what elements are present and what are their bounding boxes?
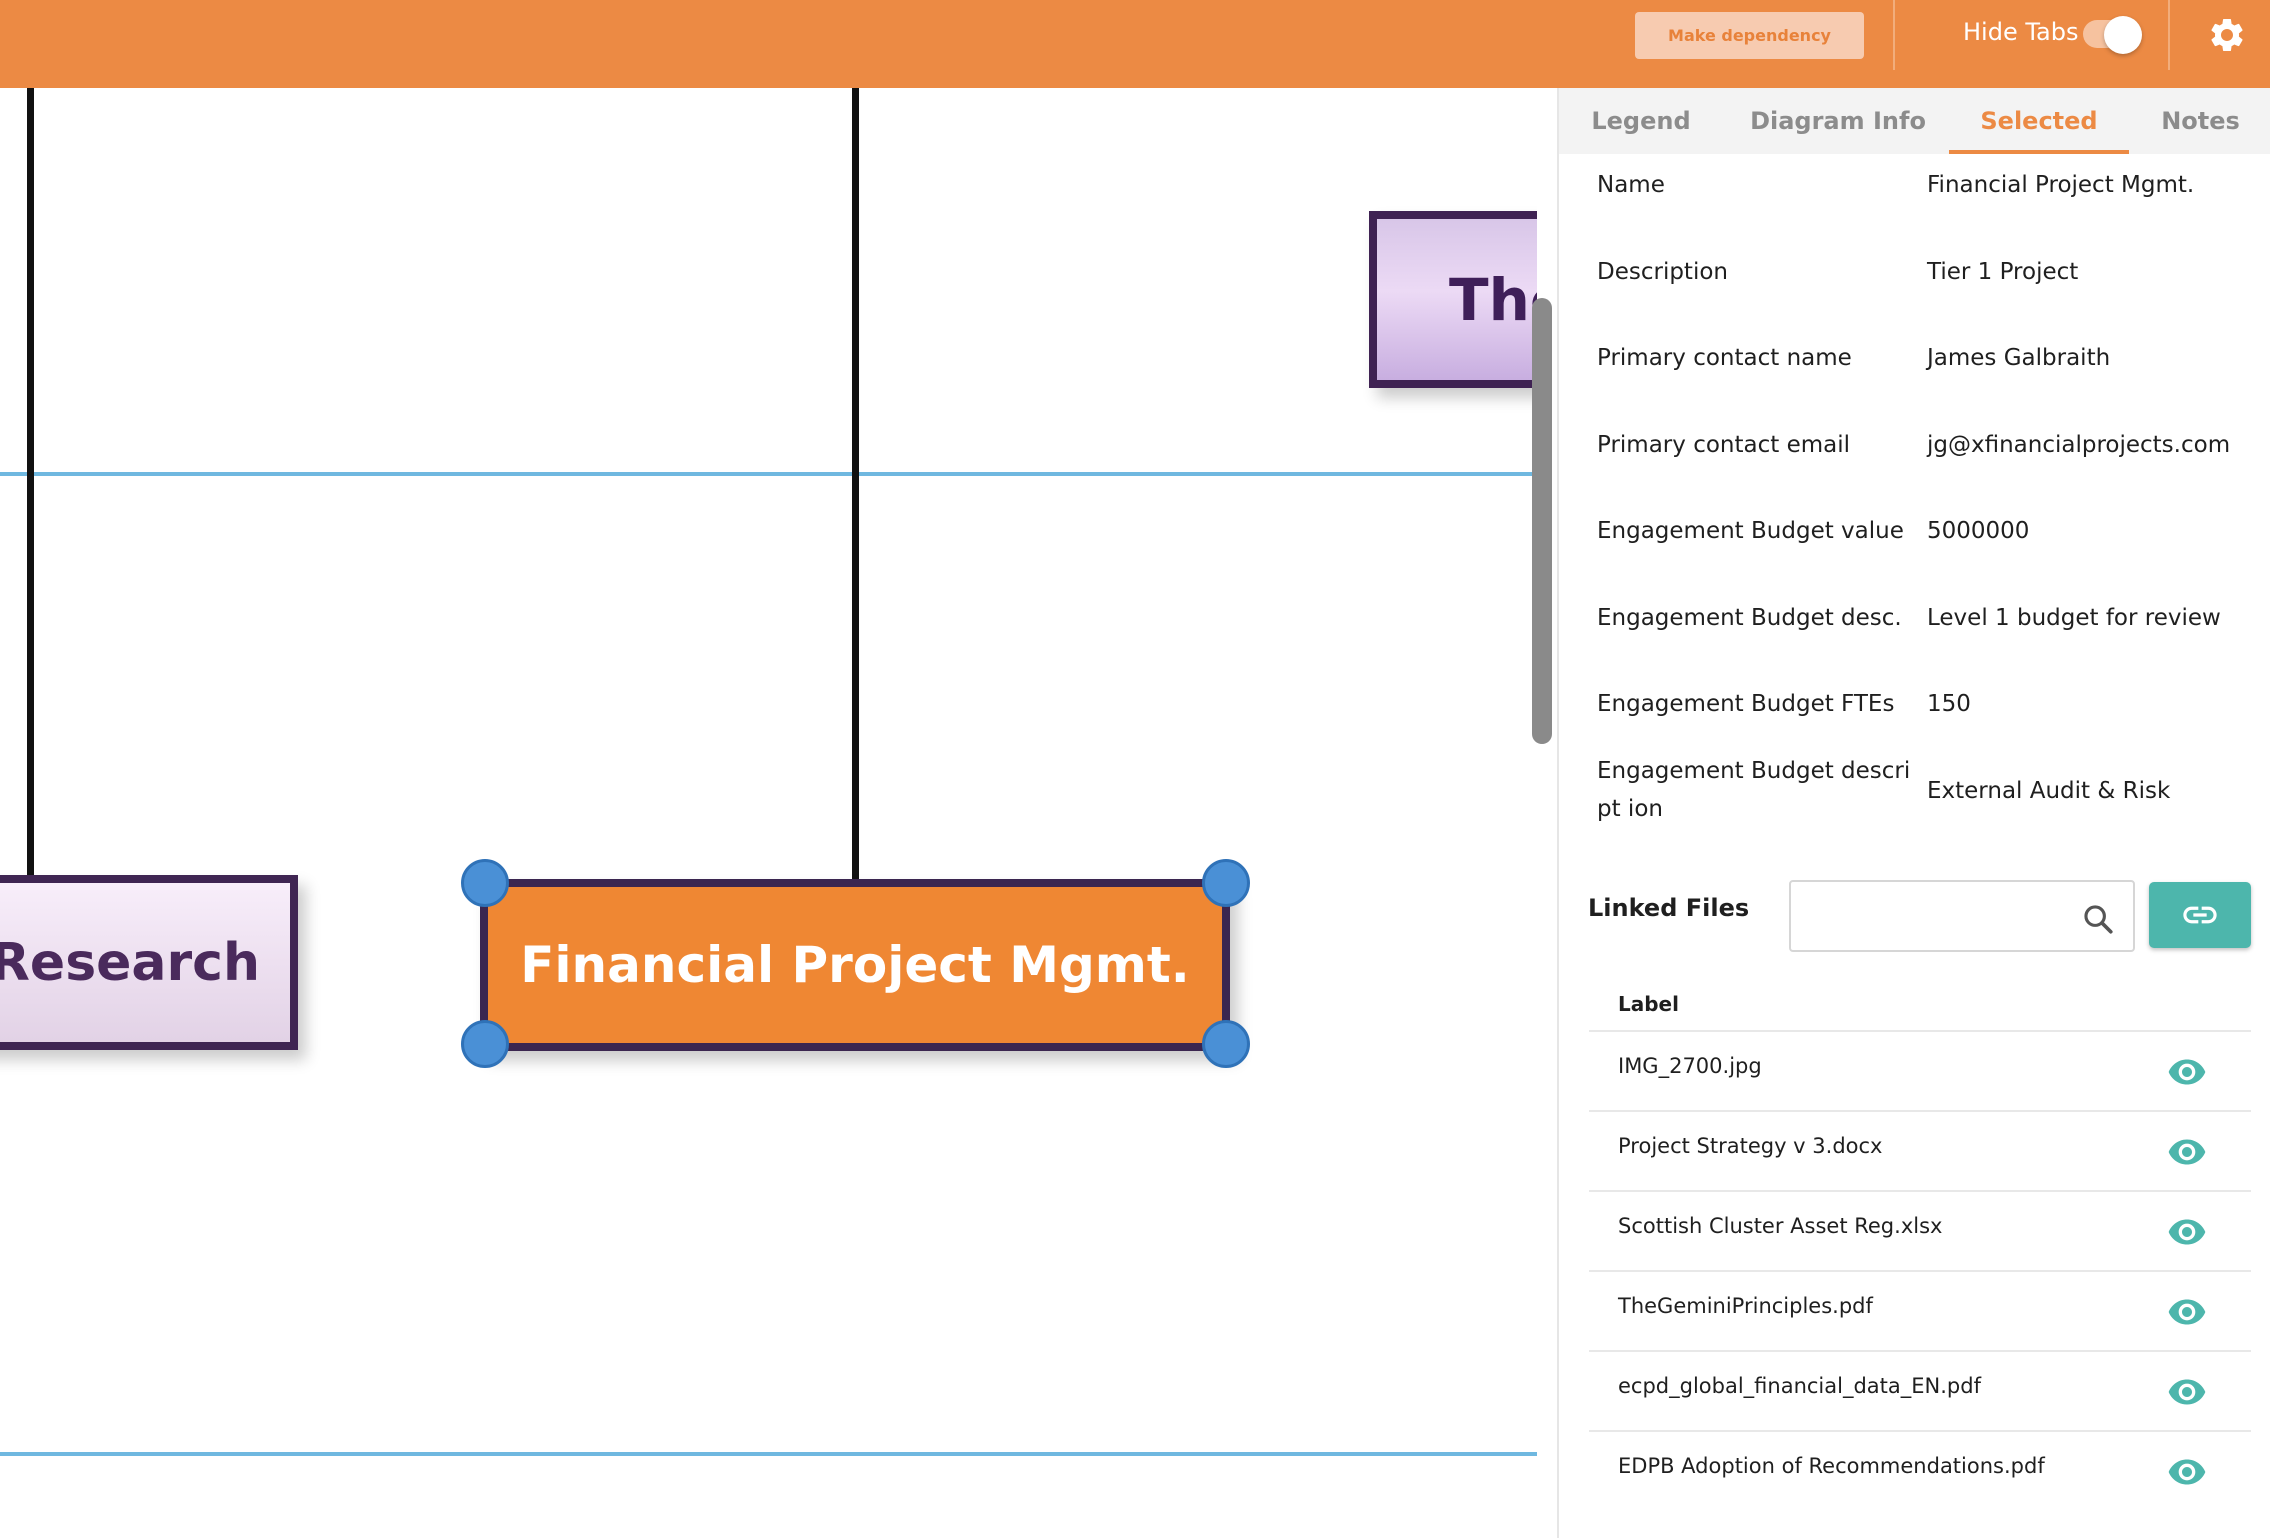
active-tab-indicator bbox=[1949, 150, 2129, 154]
canvas-scrollbar[interactable] bbox=[1532, 298, 1552, 744]
property-value: jg@xfinancialprojects.com bbox=[1927, 432, 2231, 458]
side-panel: Legend Diagram Info Selected Notes Name … bbox=[1557, 88, 2270, 1538]
property-value: External Audit & Risk bbox=[1927, 778, 2171, 804]
resize-handle-top-right[interactable] bbox=[1202, 859, 1250, 907]
search-icon[interactable] bbox=[2081, 902, 2115, 936]
gear-icon[interactable] bbox=[2207, 15, 2247, 55]
file-name: Project Strategy v 3.docx bbox=[1618, 1134, 1883, 1158]
files-column-header: Label bbox=[1618, 992, 1679, 1016]
file-name: EDPB Adoption of Recommendations.pdf bbox=[1618, 1454, 2045, 1478]
property-value: Financial Project Mgmt. bbox=[1927, 172, 2195, 198]
resize-handle-bottom-left[interactable] bbox=[461, 1020, 509, 1068]
property-label: Engagement Budget FTEs bbox=[1597, 691, 1895, 717]
top-toolbar: Make dependency Hide Tabs bbox=[0, 0, 2270, 88]
link-file-button[interactable] bbox=[2149, 882, 2251, 948]
file-name: Scottish Cluster Asset Reg.xlsx bbox=[1618, 1214, 1943, 1238]
tab-legend[interactable]: Legend bbox=[1559, 88, 1723, 154]
tab-notes[interactable]: Notes bbox=[2129, 88, 2270, 154]
property-value: 5000000 bbox=[1927, 518, 2030, 544]
swimlane-divider bbox=[0, 472, 1537, 476]
app-root: Make dependency Hide Tabs c Research Fin… bbox=[0, 0, 2270, 1538]
hide-tabs-toggle-knob[interactable] bbox=[2104, 16, 2142, 54]
toolbar-divider bbox=[2168, 0, 2170, 70]
make-dependency-button[interactable]: Make dependency bbox=[1635, 12, 1864, 59]
diagram-canvas[interactable]: c Research Financial Project Mgmt. The bbox=[0, 88, 1537, 1538]
eye-icon[interactable] bbox=[2166, 1372, 2208, 1412]
eye-icon[interactable] bbox=[2166, 1212, 2208, 1252]
eye-icon[interactable] bbox=[2166, 1292, 2208, 1332]
connector-line[interactable] bbox=[27, 88, 34, 877]
eye-icon[interactable] bbox=[2166, 1452, 2208, 1492]
resize-handle-bottom-right[interactable] bbox=[1202, 1020, 1250, 1068]
file-row[interactable]: TheGeminiPrinciples.pdf bbox=[1589, 1270, 2251, 1350]
tab-selected[interactable]: Selected bbox=[1949, 88, 2129, 154]
property-label: Engagement Budget desc. bbox=[1597, 605, 1902, 631]
file-row[interactable]: Project Strategy v 3.docx bbox=[1589, 1110, 2251, 1190]
node-research[interactable]: c Research bbox=[0, 875, 298, 1050]
file-name: ecpd_global_financial_data_EN.pdf bbox=[1618, 1374, 1981, 1398]
linked-files-title: Linked Files bbox=[1588, 894, 1750, 922]
property-value: Level 1 budget for review bbox=[1927, 605, 2221, 631]
eye-icon[interactable] bbox=[2166, 1132, 2208, 1172]
eye-icon[interactable] bbox=[2166, 1052, 2208, 1092]
property-label: Engagement Budget descript ion bbox=[1597, 758, 1911, 822]
toolbar-divider bbox=[1893, 0, 1895, 70]
property-value: Tier 1 Project bbox=[1927, 259, 2079, 285]
property-value: James Galbraith bbox=[1927, 345, 2111, 371]
panel-tabs: Legend Diagram Info Selected Notes bbox=[1559, 88, 2270, 154]
file-row[interactable]: IMG_2700.jpg bbox=[1589, 1030, 2251, 1110]
file-row[interactable]: Scottish Cluster Asset Reg.xlsx bbox=[1589, 1190, 2251, 1270]
linked-files-search-input[interactable] bbox=[1801, 892, 2071, 942]
hide-tabs-label: Hide Tabs bbox=[1963, 18, 2079, 46]
property-label: Name bbox=[1597, 172, 1665, 198]
property-label: Engagement Budget value bbox=[1597, 518, 1904, 544]
property-label: Description bbox=[1597, 259, 1728, 285]
file-name: IMG_2700.jpg bbox=[1618, 1054, 1762, 1078]
node-financial-project-mgmt[interactable]: Financial Project Mgmt. bbox=[480, 879, 1230, 1051]
resize-handle-top-left[interactable] bbox=[461, 859, 509, 907]
property-value: 150 bbox=[1927, 691, 1971, 717]
linked-files-search bbox=[1789, 880, 2135, 952]
file-name: TheGeminiPrinciples.pdf bbox=[1618, 1294, 1873, 1318]
connector-line[interactable] bbox=[852, 88, 859, 881]
swimlane-divider bbox=[0, 1452, 1537, 1456]
node-the[interactable]: The bbox=[1369, 211, 1537, 388]
property-label: Primary contact email bbox=[1597, 432, 1850, 458]
file-row[interactable]: ecpd_global_financial_data_EN.pdf bbox=[1589, 1350, 2251, 1430]
file-row[interactable]: EDPB Adoption of Recommendations.pdf bbox=[1589, 1430, 2251, 1510]
tab-diagram-info[interactable]: Diagram Info bbox=[1723, 88, 1953, 154]
link-icon bbox=[2183, 906, 2217, 924]
property-label: Primary contact name bbox=[1597, 345, 1852, 371]
